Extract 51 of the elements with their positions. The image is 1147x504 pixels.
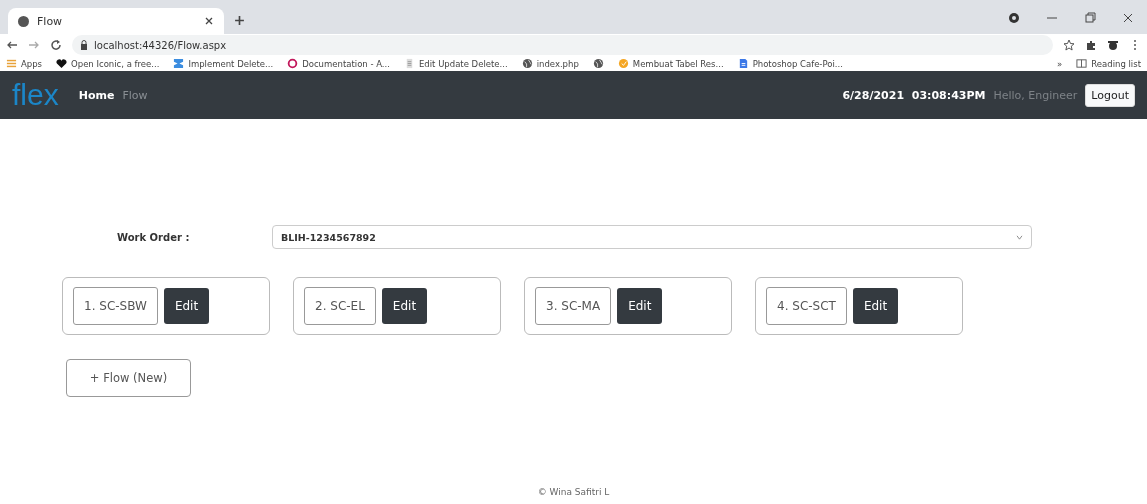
logout-button[interactable]: Logout: [1085, 83, 1135, 107]
browser-tab[interactable]: Flow: [8, 8, 224, 34]
flow-name-field: 4. SC-SCT: [766, 287, 847, 325]
caret-icon: [1016, 234, 1023, 240]
flow-name-field: 3. SC-MA: [535, 287, 612, 325]
url-text: localhost:44326/Flow.aspx: [94, 39, 227, 51]
restore-icon[interactable]: [1084, 12, 1096, 24]
flow-name-field: 2. SC-EL: [304, 287, 376, 325]
close-icon[interactable]: [204, 16, 214, 26]
bookmark-link[interactable]: Implement Delete...: [173, 58, 274, 69]
bookmark-link[interactable]: Membuat Tabel Res...: [617, 58, 724, 69]
lock-icon: [80, 40, 88, 50]
apps-grid-icon: [6, 58, 17, 69]
heart-icon: [56, 58, 68, 69]
reload-icon[interactable]: [50, 39, 62, 51]
puzzle-icon[interactable]: [1085, 39, 1097, 51]
book-icon: [1076, 58, 1088, 69]
new-tab-icon[interactable]: [234, 15, 245, 26]
more-bookmarks-button[interactable]: »: [1057, 58, 1063, 69]
globe-icon[interactable]: [592, 58, 604, 69]
greeting-text: Hello, Engineer: [993, 88, 1078, 102]
globe-icon: [18, 15, 29, 27]
bookmark-link[interactable]: Edit Update Delete...: [403, 58, 508, 69]
edit-button[interactable]: Edit: [163, 288, 210, 324]
new-flow-button[interactable]: + Flow (New): [66, 359, 191, 397]
nav-link[interactable]: Flow: [122, 88, 148, 102]
star-icon[interactable]: [1063, 39, 1075, 51]
back-icon[interactable]: [6, 39, 18, 51]
bookmark-link[interactable]: index.php: [521, 58, 579, 69]
edit-button[interactable]: Edit: [617, 288, 663, 324]
reading-list-button[interactable]: Reading list: [1076, 58, 1141, 69]
globe-icon: [521, 58, 533, 69]
work-order-dropdown[interactable]: BLIH-1234567892: [272, 225, 1032, 249]
tab-title: Flow: [37, 14, 63, 28]
field-label: Work Order :: [116, 231, 191, 243]
footer-text: © Wina Safitri L: [537, 487, 610, 497]
profile-icon[interactable]: [1008, 12, 1020, 24]
nav-link[interactable]: Home: [78, 88, 115, 102]
edit-button[interactable]: Edit: [852, 288, 899, 324]
date-time: 6/28/2021 03:08:43PM: [842, 88, 986, 102]
flow-name-field: 1. SC-SBW: [73, 287, 158, 325]
extension-icon[interactable]: [1107, 39, 1119, 51]
address-bar[interactable]: localhost:44326/Flow.aspx: [72, 35, 1053, 55]
close-icon[interactable]: [1122, 12, 1134, 24]
ring-icon: [287, 58, 299, 69]
bookmark-link[interactable]: Open Iconic, a free...: [56, 58, 160, 69]
bookmark-link[interactable]: Apps: [6, 58, 43, 69]
bookmark-icon: [173, 58, 185, 69]
edit-button[interactable]: Edit: [381, 288, 428, 324]
bookmark-link[interactable]: Documentation - A...: [287, 58, 390, 69]
bookmark-link[interactable]: Photoshop Cafe-Poi...: [737, 58, 843, 69]
